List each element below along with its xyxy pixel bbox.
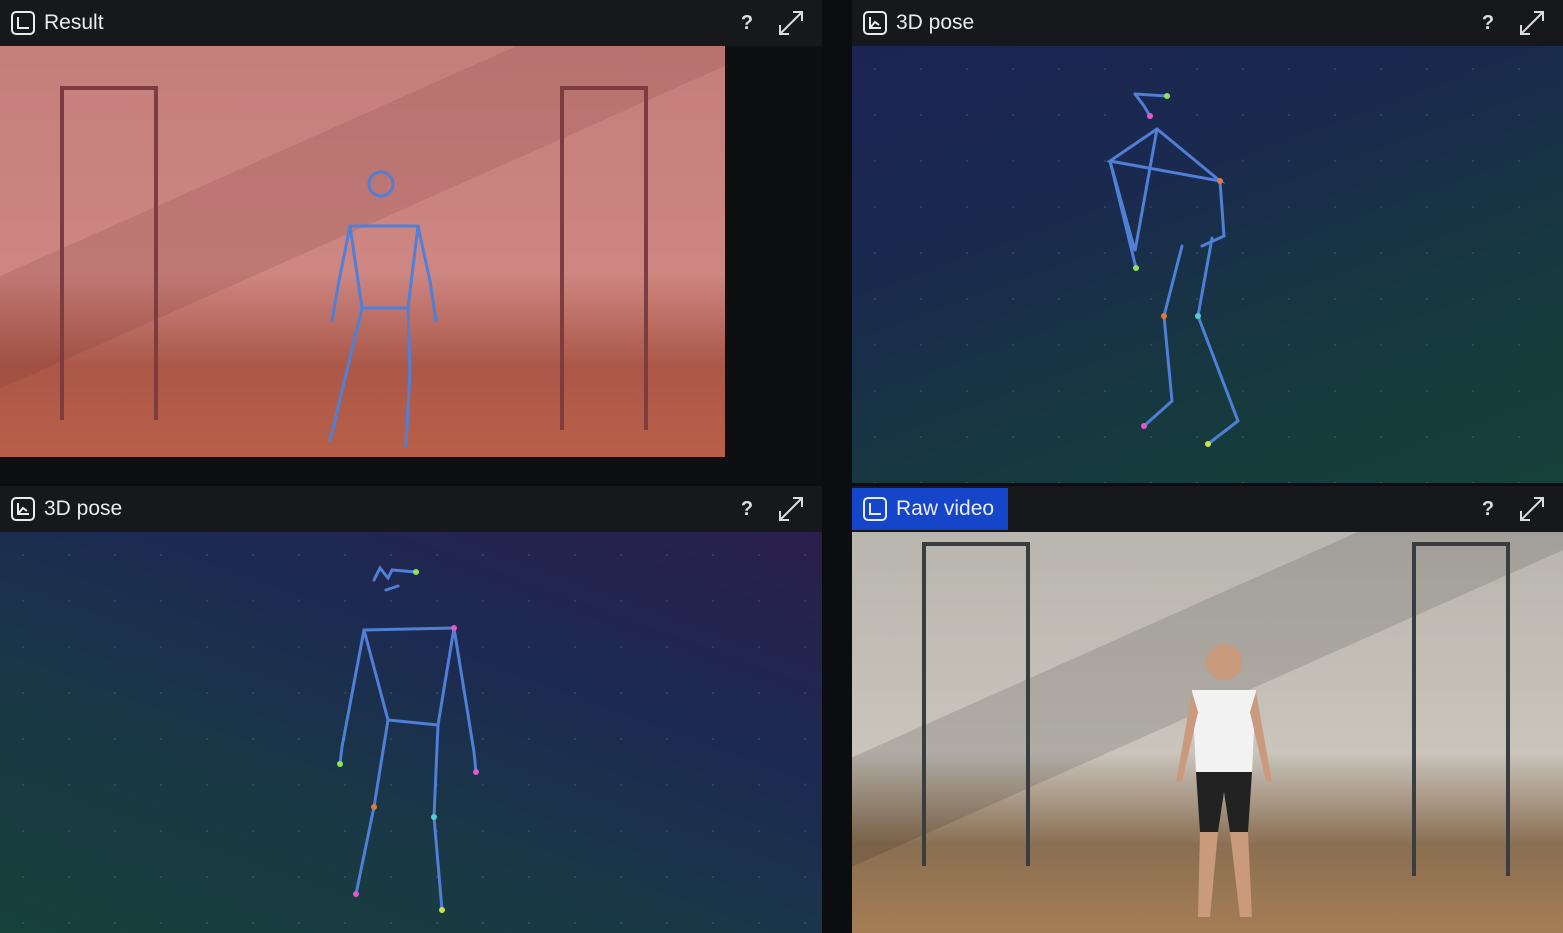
result-video-frame bbox=[0, 46, 725, 457]
panel-title: Raw video bbox=[896, 497, 995, 520]
raw-video-frame[interactable] bbox=[852, 532, 1563, 933]
panel-header: 3D pose ? bbox=[852, 0, 1563, 46]
help-icon[interactable]: ? bbox=[1477, 12, 1499, 35]
panel-tab-result[interactable]: Result bbox=[0, 2, 118, 44]
3d-pose-canvas[interactable] bbox=[0, 532, 822, 933]
panel-tab-raw-video[interactable]: Raw video bbox=[852, 488, 1009, 530]
3d-skeleton bbox=[1106, 92, 1240, 447]
3d-pose-canvas[interactable] bbox=[852, 46, 1563, 483]
chart-view-icon bbox=[11, 497, 35, 521]
panel-3d-pose-top: 3D pose ? bbox=[852, 0, 1563, 483]
expand-icon[interactable] bbox=[1517, 8, 1547, 38]
help-icon[interactable]: ? bbox=[736, 12, 758, 35]
panel-title: 3D pose bbox=[44, 497, 123, 520]
person-silhouette bbox=[1176, 644, 1272, 917]
chart-view-icon bbox=[863, 11, 887, 35]
panel-tab-3d-pose[interactable]: 3D pose bbox=[852, 2, 988, 44]
help-icon[interactable]: ? bbox=[1477, 498, 1499, 521]
expand-icon[interactable] bbox=[1517, 494, 1547, 524]
panel-result: Result ? bbox=[0, 0, 822, 483]
expand-icon[interactable] bbox=[776, 8, 806, 38]
viewer-grid: Result ? 3D pose ? 3D pose ? Raw video ? bbox=[0, 0, 1563, 933]
panel-title: 3D pose bbox=[896, 11, 975, 34]
panel-3d-pose-bottom: 3D pose ? bbox=[0, 486, 822, 933]
result-pose-overlay bbox=[328, 170, 438, 448]
panel-header: Result ? bbox=[0, 0, 822, 46]
panel-tab-3d-pose[interactable]: 3D pose bbox=[0, 488, 136, 530]
panel-header: 3D pose ? bbox=[0, 486, 822, 532]
result-view bbox=[0, 46, 822, 483]
help-icon[interactable]: ? bbox=[736, 498, 758, 521]
gym-rack bbox=[1412, 542, 1510, 876]
panel-header: Raw video ? bbox=[852, 486, 1563, 532]
gym-rack bbox=[922, 542, 1030, 866]
panel-title: Result bbox=[44, 11, 104, 34]
chart-view-icon bbox=[863, 497, 887, 521]
chart-view-icon bbox=[11, 11, 35, 35]
3d-skeleton bbox=[337, 565, 479, 913]
expand-icon[interactable] bbox=[776, 494, 806, 524]
panel-raw-video: Raw video ? bbox=[852, 486, 1563, 933]
